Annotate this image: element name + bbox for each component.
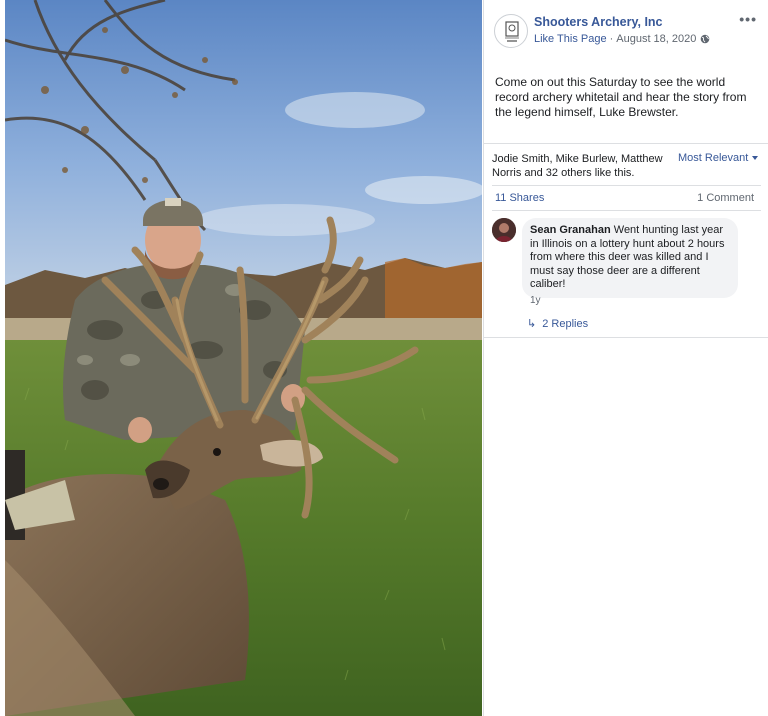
sort-label: Most Relevant (678, 152, 749, 164)
comment-author[interactable]: Sean Granahan (530, 224, 611, 236)
post-panel: Shooters Archery, Inc Like This Page · A… (483, 0, 768, 716)
divider (492, 185, 761, 186)
view-replies-link[interactable]: ↳ 2 Replies (527, 317, 589, 331)
more-options-icon[interactable]: ••• (739, 12, 757, 26)
caret-down-icon (752, 156, 759, 161)
comment-bubble: Sean Granahan Went hunting last year in … (522, 218, 738, 298)
replies-label: 2 Replies (542, 317, 589, 330)
comment-time[interactable]: 1y (530, 295, 541, 306)
page-avatar[interactable] (494, 14, 528, 48)
divider (484, 337, 768, 338)
archery-logo-icon (505, 21, 519, 42)
post-photo[interactable] (5, 0, 482, 716)
post-header: Shooters Archery, Inc Like This Page · A… (494, 12, 759, 52)
comments-count[interactable]: 1 Comment (697, 192, 754, 204)
reactions-area: Jodie Smith, Mike Burlew, Matthew Norris… (484, 144, 768, 338)
reply-arrow-icon: ↳ (527, 318, 537, 330)
like-page-link[interactable]: Like This Page (534, 33, 607, 45)
likes-summary[interactable]: Jodie Smith, Mike Burlew, Matthew Norris… (492, 152, 670, 180)
hunter-with-deer-photo (5, 0, 482, 716)
post-text: Come on out this Saturday to see the wor… (495, 75, 747, 119)
shares-count[interactable]: 11 Shares (495, 192, 544, 204)
meta-separator: · (609, 33, 614, 45)
post-meta: Like This Page · August 18, 2020 (534, 33, 710, 45)
divider (492, 210, 761, 211)
post-date[interactable]: August 18, 2020 (616, 33, 696, 45)
globe-icon (700, 34, 710, 44)
comment-sort-dropdown[interactable]: Most Relevant (678, 152, 759, 164)
page-name[interactable]: Shooters Archery, Inc (534, 15, 663, 29)
commenter-avatar[interactable] (492, 218, 516, 242)
